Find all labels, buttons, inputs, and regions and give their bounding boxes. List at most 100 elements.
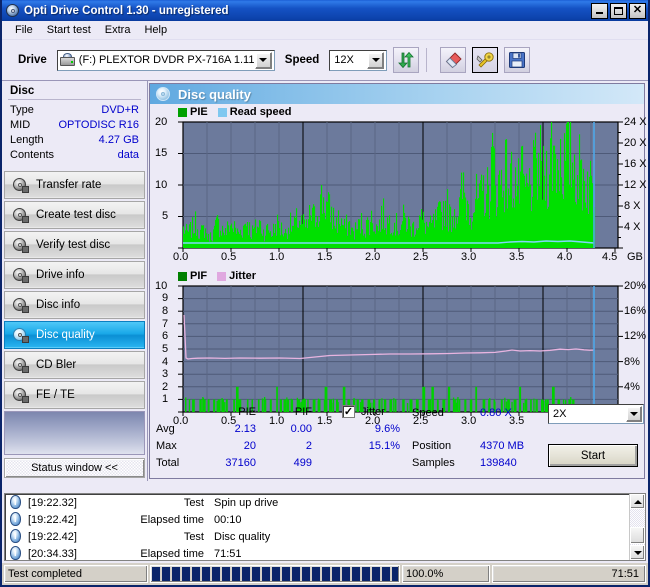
chart1-xtick: 2.5 (413, 251, 428, 263)
chart1-xtick: 2.0 (365, 251, 380, 263)
chart1-x-unit: GB (627, 251, 643, 263)
speed-select-value: 12X (334, 54, 367, 66)
legend-label: Read speed (230, 106, 292, 118)
chart2-ytick: 8 (162, 305, 168, 317)
info-icon: i (8, 546, 23, 560)
log-row: i [20:34.33] Elapsed time 71:51 (5, 545, 629, 560)
sidebar-item-create-test-disc[interactable]: Create test disc (4, 201, 145, 229)
floppy-disk-icon (508, 51, 526, 69)
chevron-down-icon[interactable] (255, 52, 272, 69)
legend-label: PIE (190, 106, 208, 118)
chart2-ytick: 4 (162, 356, 168, 368)
scroll-thumb[interactable] (630, 527, 645, 544)
sidebar-item-transfer-rate[interactable]: Transfer rate (4, 171, 145, 199)
drive-label: Drive (18, 54, 47, 66)
app-icon (5, 3, 20, 18)
save-button[interactable] (504, 47, 530, 73)
chart1-ytick: 5 (162, 210, 168, 222)
pie-read-speed-chart: PIE Read speed (150, 104, 647, 262)
stats-samples-label: Samples (412, 457, 455, 469)
log-kind: Elapsed time (86, 514, 214, 526)
scroll-up-button[interactable] (630, 494, 645, 509)
drive-select[interactable]: (F:) PLEXTOR DVDR PX-716A 1.11 (57, 50, 275, 71)
maximize-button[interactable] (610, 3, 627, 19)
chevron-down-icon[interactable] (626, 406, 642, 422)
menu-extra[interactable]: Extra (98, 22, 138, 38)
disc-row-label: Type (10, 103, 34, 118)
scroll-down-button[interactable] (630, 545, 645, 560)
chart2-legend: PIF Jitter (178, 270, 262, 282)
stats-max-jitter: 15.1% (355, 440, 400, 452)
panel-header: Disc quality (150, 84, 644, 104)
status-message: Test completed (4, 565, 148, 583)
speed-select[interactable]: 12X (329, 50, 387, 71)
log-kind: Elapsed time (86, 548, 214, 560)
menu-file[interactable]: File (8, 22, 40, 38)
sidebar-item-label: Verify test disc (36, 239, 110, 251)
disc-icon (12, 357, 28, 373)
chart2-y2tick: 8% (624, 356, 640, 368)
log-time: [19:22.42] (28, 531, 86, 543)
legend-item-pie: PIE (178, 106, 208, 118)
stats-total-pie: 37160 (212, 457, 256, 469)
disc-icon (12, 237, 28, 253)
stats-speed-value: 0.80 X (480, 407, 538, 419)
log-scrollbar[interactable] (629, 494, 645, 560)
sidebar-item-disc-info[interactable]: Disc info (4, 291, 145, 319)
chart2-ytick: 7 (162, 318, 168, 330)
stats-position-label: Position (412, 440, 451, 452)
disc-icon (12, 177, 28, 193)
menu-help[interactable]: Help (137, 22, 174, 38)
legend-item-pif: PIF (178, 270, 207, 282)
disc-row-label: Length (10, 133, 44, 148)
jitter-checkbox[interactable]: ✓ (342, 405, 355, 418)
sidebar-item-label: CD Bler (36, 359, 76, 371)
disc-row-mid: MID OPTODISC R16 (8, 118, 141, 133)
legend-label: PIF (190, 270, 207, 282)
sidebar-item-disc-quality[interactable]: Disc quality (4, 321, 145, 349)
disc-icon (12, 327, 28, 343)
stats-avg-pif: 0.00 (278, 423, 312, 435)
legend-swatch (217, 272, 226, 281)
chart2-ytick: 2 (162, 381, 168, 393)
sidebar-item-drive-info[interactable]: Drive info (4, 261, 145, 289)
sidebar-item-cd-bler[interactable]: CD Bler (4, 351, 145, 379)
disc-quality-icon (156, 87, 171, 102)
log-row: i [19:22.42] Elapsed time 00:10 (5, 511, 629, 528)
chart2-y2tick: 16% (624, 305, 646, 317)
menu-start-test[interactable]: Start test (40, 22, 98, 38)
scroll-track[interactable] (630, 509, 645, 545)
settings-button[interactable] (472, 47, 498, 73)
chevron-down-icon[interactable] (367, 52, 384, 69)
stats-position-value: 4370 MB (480, 440, 550, 452)
log-kind: Test (86, 497, 214, 509)
sidebar-nav: Transfer rate Create test disc Verify te… (2, 171, 147, 411)
legend-item-jitter: Jitter (217, 270, 256, 282)
info-icon: i (8, 495, 23, 510)
test-speed-select[interactable]: 2X (548, 404, 644, 424)
chart1-ytick: 10 (155, 179, 167, 191)
sidebar-item-verify-test-disc[interactable]: Verify test disc (4, 231, 145, 259)
erase-button[interactable] (440, 47, 466, 73)
log-message: Disc quality (214, 531, 629, 543)
stats-col-pif: PIF (278, 406, 312, 418)
status-window-toggle[interactable]: Status window << (4, 458, 145, 478)
menu-bar: File Start test Extra Help (2, 21, 648, 40)
disc-icon (12, 267, 28, 283)
close-button[interactable]: ✕ (629, 3, 646, 19)
disc-row-length: Length 4.27 GB (8, 133, 141, 148)
drive-select-value: (F:) PLEXTOR DVDR PX-716A 1.11 (79, 54, 255, 66)
start-button[interactable]: Start (548, 444, 638, 467)
status-log: i [19:22.32] Test Spin up drive i [19:22… (4, 493, 646, 561)
minimize-button[interactable] (591, 3, 608, 19)
disc-icon (12, 207, 28, 223)
panel-body: PIE Read speed (150, 104, 644, 478)
sidebar-item-fe-te[interactable]: FE / TE (4, 381, 145, 409)
chart2-ytick: 5 (162, 343, 168, 355)
disc-quality-panel: Disc quality PIE Read speed (149, 83, 645, 479)
log-time: [19:22.32] (28, 497, 86, 509)
chart2-ytick: 3 (162, 368, 168, 380)
refresh-button[interactable] (393, 47, 419, 73)
window-controls: ✕ (591, 3, 646, 19)
disc-row-value: DVD+R (101, 103, 139, 118)
